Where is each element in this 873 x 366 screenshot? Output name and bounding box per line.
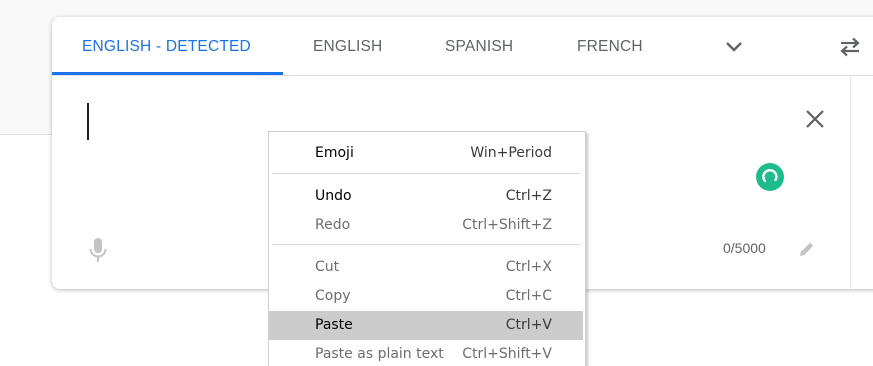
menu-item-shortcut: Ctrl+X xyxy=(505,259,552,275)
menu-item-shortcut: Ctrl+C xyxy=(505,288,552,304)
menu-item-label: Copy xyxy=(315,288,351,304)
menu-item-emoji[interactable]: Emoji Win+Period xyxy=(269,139,583,168)
menu-item-undo[interactable]: Undo Ctrl+Z xyxy=(269,182,583,211)
language-tab-bar: ENGLISH - DETECTED ENGLISH SPANISH FRENC… xyxy=(52,17,873,76)
tab-spanish[interactable]: SPANISH xyxy=(445,17,513,75)
menu-item-copy[interactable]: Copy Ctrl+C xyxy=(269,282,583,311)
translate-page: ENGLISH - DETECTED ENGLISH SPANISH FRENC… xyxy=(0,0,873,366)
swap-languages-icon[interactable] xyxy=(837,35,863,59)
tab-english[interactable]: ENGLISH xyxy=(313,17,382,75)
menu-item-shortcut: Ctrl+Shift+V xyxy=(462,346,552,362)
text-cursor xyxy=(87,103,89,140)
menu-item-redo[interactable]: Redo Ctrl+Shift+Z xyxy=(269,211,583,240)
character-count: 0/5000 xyxy=(723,240,766,256)
context-menu: Emoji Win+Period Undo Ctrl+Z Redo Ctrl+S… xyxy=(268,131,586,366)
active-tab-indicator xyxy=(52,72,283,75)
menu-item-label: Undo xyxy=(315,188,352,204)
menu-item-shortcut: Ctrl+V xyxy=(505,317,552,333)
pencil-icon[interactable] xyxy=(797,239,817,259)
menu-item-label: Paste as plain text xyxy=(315,346,444,362)
tab-english-detected[interactable]: ENGLISH - DETECTED xyxy=(82,17,251,75)
menu-separator xyxy=(272,173,580,174)
menu-separator xyxy=(272,244,580,245)
loading-spinner-icon xyxy=(756,163,784,191)
chevron-down-icon[interactable] xyxy=(722,34,746,58)
menu-item-label: Emoji xyxy=(315,145,354,161)
menu-item-label: Cut xyxy=(315,259,340,275)
menu-item-shortcut: Win+Period xyxy=(470,145,552,161)
menu-item-label: Paste xyxy=(315,317,353,333)
microphone-icon[interactable] xyxy=(88,237,108,265)
menu-item-shortcut: Ctrl+Z xyxy=(505,188,552,204)
menu-item-paste[interactable]: Paste Ctrl+V xyxy=(269,311,583,340)
close-icon[interactable] xyxy=(804,108,826,130)
menu-item-label: Redo xyxy=(315,217,351,233)
menu-item-shortcut: Ctrl+Shift+Z xyxy=(462,217,552,233)
tab-french[interactable]: FRENCH xyxy=(577,17,643,75)
panel-divider xyxy=(850,75,851,289)
menu-item-paste-plain-text[interactable]: Paste as plain text Ctrl+Shift+V xyxy=(269,340,583,366)
menu-item-cut[interactable]: Cut Ctrl+X xyxy=(269,253,583,282)
